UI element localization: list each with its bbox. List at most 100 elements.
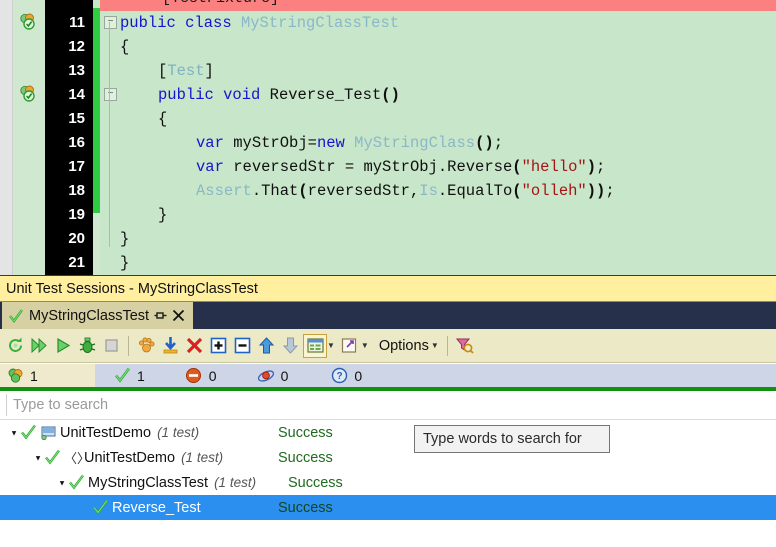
expand-twisty-icon[interactable]: ▼ xyxy=(9,428,19,437)
code-text: public void Reverse_Test() xyxy=(158,86,400,104)
counter-inconclusive-value: 0 xyxy=(354,367,363,384)
search-input[interactable]: Type to search xyxy=(6,394,566,416)
counter-inconclusive[interactable]: ? 0 xyxy=(330,367,362,385)
editor-line: 17 var reversedStr = myStrObj.Reverse("he… xyxy=(0,155,776,179)
tree-row[interactable]: ▼ MyStringClassTest (1 test) Success xyxy=(0,470,776,495)
unit-test-sessions-title: Unit Test Sessions - MyStringClassTest xyxy=(0,275,776,302)
counter-total-value: 1 xyxy=(30,367,38,384)
toolbar-separator xyxy=(128,335,129,356)
previous-failed-icon[interactable] xyxy=(255,335,277,357)
editor-line: 13 [Test] xyxy=(0,59,776,83)
stop-icon[interactable] xyxy=(100,335,122,357)
counter-failed[interactable]: 0 xyxy=(185,367,217,385)
expand-all-icon[interactable] xyxy=(207,335,229,357)
session-tab-label: MyStringClassTest xyxy=(29,307,150,324)
code-text: var myStrObj=new MyStringClass(); xyxy=(196,134,503,152)
test-name: UnitTestDemo xyxy=(84,449,176,466)
session-tab-bar: MyStringClassTest xyxy=(0,302,776,329)
test-count: (1 test) xyxy=(214,475,257,490)
line-number: 14 xyxy=(68,86,85,103)
profile-icon[interactable] xyxy=(159,335,181,357)
filter-icon[interactable] xyxy=(454,335,476,357)
counter-total[interactable]: 1 xyxy=(0,364,95,387)
svg-text:?: ? xyxy=(336,371,342,382)
code-text: public class MyStringClassTest xyxy=(120,14,400,32)
unit-test-toolbar[interactable]: ▼ ▼ Options ▼ xyxy=(0,329,776,363)
editor-line: 19} xyxy=(0,203,776,227)
editor-line: 16 var myStrObj=new MyStringClass(); xyxy=(0,131,776,155)
line-number: 19 xyxy=(68,206,85,223)
line-number: 15 xyxy=(68,110,85,127)
line-number: 17 xyxy=(68,158,85,175)
next-failed-icon[interactable] xyxy=(279,335,301,357)
green-check-icon xyxy=(8,308,24,324)
remove-icon[interactable] xyxy=(183,335,205,357)
session-tab[interactable]: MyStringClassTest xyxy=(2,302,194,329)
line-number: 18 xyxy=(68,182,85,199)
run-all-icon[interactable] xyxy=(28,335,50,357)
line-number: 20 xyxy=(68,230,85,247)
visual-studio-resharper-window: [TestFixture] 11−public class MyStringCl… xyxy=(0,0,776,547)
options-label[interactable]: Options xyxy=(379,338,429,354)
test-passed-icon[interactable] xyxy=(18,12,40,34)
line-number: 11 xyxy=(69,14,85,31)
test-name: Reverse_Test xyxy=(112,499,201,516)
tree-row[interactable]: Reverse_Test Success xyxy=(0,495,776,520)
pin-icon[interactable] xyxy=(154,309,167,322)
code-editor[interactable]: [TestFixture] 11−public class MyStringCl… xyxy=(0,0,776,275)
collapse-all-icon[interactable] xyxy=(231,335,253,357)
grouping-dropdown-caret[interactable]: ▼ xyxy=(327,341,335,350)
code-text: Assert.That(reversedStr,Is.EqualTo("olle… xyxy=(196,182,615,200)
namespace-icon: 〈〉 xyxy=(64,451,91,466)
counter-passed-value: 1 xyxy=(137,367,145,384)
cover-icon[interactable] xyxy=(135,335,157,357)
editor-line: 21} xyxy=(0,251,776,275)
expand-twisty-icon[interactable]: ▼ xyxy=(57,478,67,487)
editor-line: 15 { xyxy=(0,107,776,131)
editor-line: 18 Assert.That(reversedStr,Is.EqualTo("ol… xyxy=(0,179,776,203)
export-dropdown-caret[interactable]: ▼ xyxy=(361,341,369,350)
code-text: { xyxy=(120,38,130,56)
options-dropdown-caret[interactable]: ▼ xyxy=(431,341,439,350)
all-tests-icon xyxy=(6,367,24,385)
editor-line: 14 − public void Reverse_Test() xyxy=(0,83,776,107)
close-icon[interactable] xyxy=(172,309,185,322)
editor-error-line: [TestFixture] xyxy=(100,0,776,11)
counter-ignored[interactable]: 0 xyxy=(257,367,289,385)
line-number: 13 xyxy=(68,62,85,79)
code-text: } xyxy=(120,254,130,272)
line-number: 16 xyxy=(68,134,85,151)
export-icon[interactable] xyxy=(339,335,361,357)
green-check-icon xyxy=(113,367,131,385)
editor-line: 11 − public class MyStringClassTest xyxy=(0,11,776,35)
status-text: Success xyxy=(278,449,333,466)
rerun-icon[interactable] xyxy=(4,335,26,357)
debug-icon[interactable] xyxy=(76,335,98,357)
fold-toggle-icon[interactable]: − xyxy=(104,88,117,101)
tree-row[interactable]: ▼ UnitTestDemo (1 test) Success xyxy=(0,420,776,445)
green-check-icon xyxy=(20,424,40,441)
tree-row[interactable]: ▼ 〈〉 UnitTestDemo (1 test) Success xyxy=(0,445,776,470)
test-name: UnitTestDemo xyxy=(60,424,152,441)
counter-failed-value: 0 xyxy=(208,367,217,384)
toolbar-separator-2 xyxy=(446,335,448,356)
project-icon xyxy=(40,426,60,440)
code-text: } xyxy=(120,230,130,248)
run-icon[interactable] xyxy=(52,335,74,357)
fold-toggle-icon[interactable]: − xyxy=(104,16,117,29)
code-text: [Test] xyxy=(158,62,214,80)
expand-twisty-icon[interactable]: ▼ xyxy=(33,453,43,462)
search-tooltip: Type words to search for xyxy=(414,425,610,453)
search-row: Type to search xyxy=(0,391,776,420)
test-passed-icon[interactable] xyxy=(18,84,40,106)
counter-ignored-value: 0 xyxy=(280,367,289,384)
test-counter-bar: 1 1 0 0 ? 0 xyxy=(0,364,776,387)
test-results-tree[interactable]: ▼ UnitTestDemo (1 test) Success ▼ 〈〉 UnitTestD… xyxy=(0,420,776,547)
status-text: Success xyxy=(278,499,333,516)
ignored-icon xyxy=(257,367,275,385)
green-check-icon xyxy=(44,449,64,466)
grouping-icon[interactable] xyxy=(303,333,327,358)
editor-partial-attribute-text: [TestFixture] xyxy=(162,0,279,7)
test-name: MyStringClassTest xyxy=(88,474,209,491)
counter-passed[interactable]: 1 xyxy=(113,367,145,385)
